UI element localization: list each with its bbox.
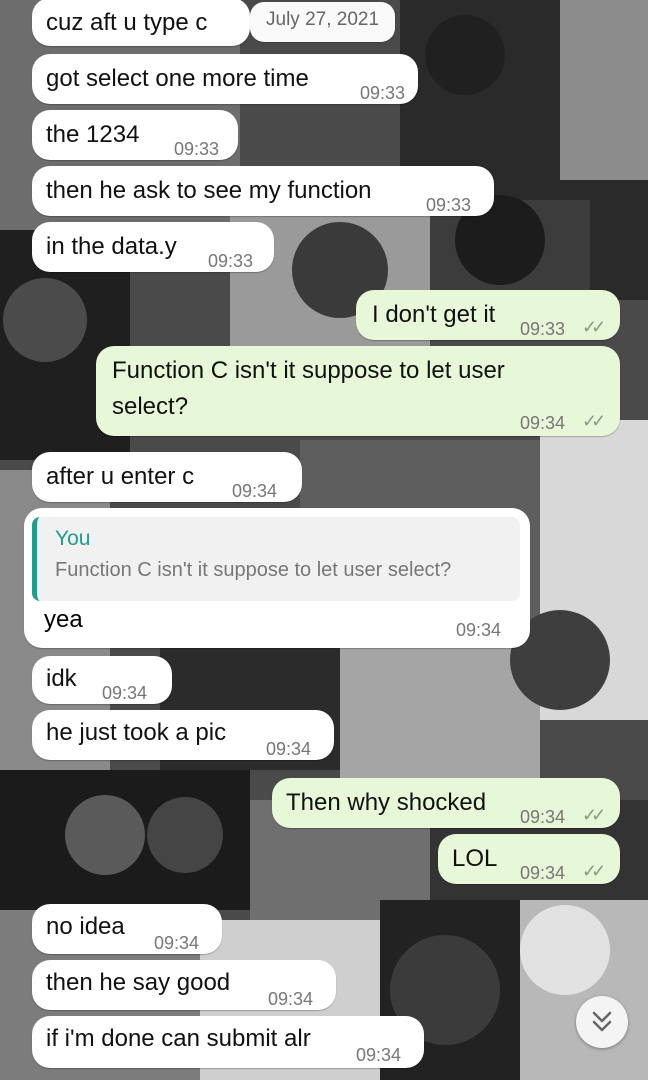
message-bubble-incoming[interactable]: after u enter c 09:34 (32, 452, 302, 502)
message-bubble-incoming[interactable]: no idea 09:34 (32, 904, 222, 954)
message-text: the 1234 (46, 121, 140, 148)
message-text: then he ask to see my function (46, 177, 372, 204)
message-text: yea (44, 606, 83, 633)
message-bubble-incoming[interactable]: got select one more time 09:33 (32, 54, 418, 104)
message-text-line-1: Function C isn't it suppose to let user (112, 357, 505, 384)
quote-author: You (55, 527, 91, 550)
message-bubble-outgoing[interactable]: Then why shocked 09:34 ✓✓ (272, 778, 620, 828)
message-time: 09:34 (102, 683, 148, 703)
message-bubble-incoming[interactable]: the 1234 09:33 (32, 110, 238, 160)
message-bubble-incoming[interactable]: cuz aft u type c (32, 0, 250, 46)
message-time: 09:34 (456, 620, 502, 640)
message-text: if i'm done can submit alr (46, 1025, 311, 1052)
message-bubble-outgoing[interactable]: I don't get it 09:33 ✓✓ (356, 290, 620, 340)
message-time: 09:33 (520, 319, 566, 339)
message-time: 09:34 (520, 863, 566, 883)
message-bubble-incoming[interactable]: then he ask to see my function 09:33 (32, 166, 494, 216)
message-text-line-2: select? (112, 393, 189, 420)
message-text: no idea (46, 913, 125, 940)
read-receipt-icon: ✓✓ (582, 317, 606, 337)
message-bubble-incoming[interactable]: he just took a pic 09:34 (32, 710, 334, 760)
message-time: 09:34 (520, 413, 566, 433)
message-text: cuz aft u type c (46, 9, 208, 36)
message-bubble-incoming[interactable]: then he say good 09:34 (32, 960, 336, 1010)
message-bubble-incoming[interactable]: idk 09:34 (32, 656, 172, 704)
message-bubble-incoming[interactable]: if i'm done can submit alr 09:34 (32, 1016, 424, 1068)
scroll-to-bottom-button[interactable] (576, 996, 628, 1048)
date-label: July 27, 2021 (266, 9, 380, 30)
chevron-double-down-icon (592, 1011, 612, 1032)
message-time: 09:33 (426, 195, 472, 215)
message-time: 09:34 (356, 1045, 402, 1065)
message-text: Then why shocked (286, 789, 487, 816)
date-chip: July 27, 2021 (250, 2, 396, 42)
message-bubble-incoming[interactable]: in the data.y 09:33 (32, 222, 274, 272)
message-time: 09:34 (232, 481, 278, 501)
message-text: I don't get it (372, 301, 496, 328)
message-time: 09:34 (520, 807, 566, 827)
message-text: got select one more time (46, 65, 309, 92)
message-text: LOL (452, 845, 498, 872)
message-bubble-outgoing[interactable]: Function C isn't it suppose to let user … (96, 346, 620, 436)
message-time: 09:34 (154, 933, 200, 953)
quote-text: Function C isn't it suppose to let user … (55, 559, 452, 581)
message-text: then he say good (46, 969, 231, 996)
read-receipt-icon: ✓✓ (582, 805, 606, 825)
quoted-message[interactable]: You Function C isn't it suppose to let u… (32, 517, 520, 601)
message-text: he just took a pic (46, 719, 227, 746)
message-bubble-outgoing[interactable]: LOL 09:34 ✓✓ (438, 834, 620, 884)
message-time: 09:34 (268, 989, 314, 1009)
message-time: 09:33 (360, 83, 406, 103)
message-text: idk (46, 665, 77, 692)
read-receipt-icon: ✓✓ (582, 411, 606, 431)
message-time: 09:33 (208, 251, 254, 271)
read-receipt-icon: ✓✓ (582, 861, 606, 881)
message-time: 09:33 (174, 139, 220, 159)
message-text: in the data.y (46, 233, 177, 260)
message-time: 09:34 (266, 739, 312, 759)
message-text: after u enter c (46, 463, 195, 490)
